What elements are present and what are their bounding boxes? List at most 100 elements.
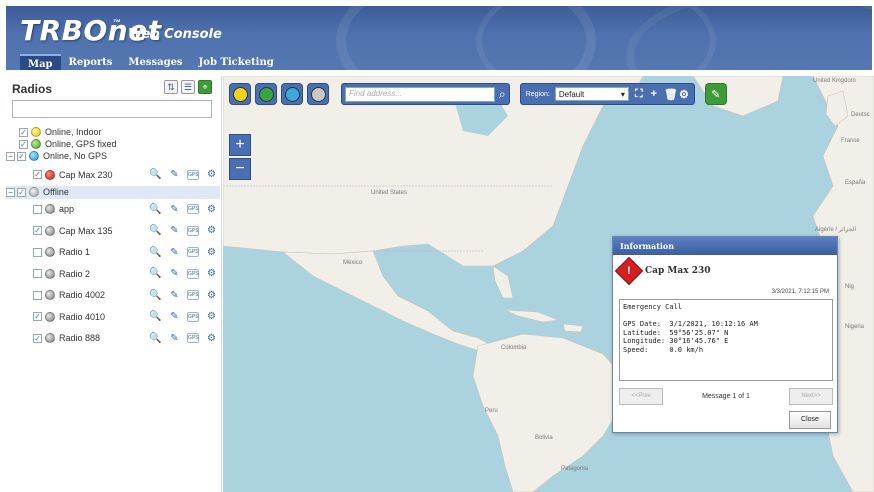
locate-icon[interactable]: 🔍 <box>149 224 162 237</box>
checkbox[interactable] <box>33 290 42 300</box>
show-on-map-icon[interactable]: ⌖ <box>198 80 212 94</box>
gps-icon[interactable]: GPS <box>187 247 199 258</box>
legend-label: Online, GPS fixed <box>45 139 117 149</box>
zoom-controls: + − <box>229 134 251 182</box>
pin-icon: ✎ <box>711 88 721 101</box>
zoom-in-button[interactable]: + <box>229 134 251 156</box>
gps-icon[interactable]: GPS <box>187 333 199 344</box>
close-button[interactable]: Close <box>789 411 831 429</box>
radio-row[interactable]: Radio 1 🔍 ✎ GPS ⚙ <box>6 242 220 264</box>
radio-row[interactable]: ✓ Cap Max 230 🔍 ✎ GPS ⚙ <box>6 164 220 186</box>
radio-row[interactable]: Radio 4002 🔍 ✎ GPS ⚙ <box>6 285 220 307</box>
radio-row[interactable]: Radio 2 🔍 ✎ GPS ⚙ <box>6 263 220 285</box>
radio-label: Radio 2 <box>59 268 91 279</box>
map-label-mexico: México <box>343 260 363 266</box>
radio-search-input[interactable] <box>12 100 212 118</box>
map-label-france: France <box>841 138 860 144</box>
locate-icon[interactable]: 🔍 <box>149 203 162 216</box>
checkbox[interactable]: ✓ <box>19 139 28 149</box>
radio-label: app <box>59 204 75 215</box>
menu-map[interactable]: Map <box>20 54 61 70</box>
menu-messages[interactable]: Messages <box>120 54 190 70</box>
offline-group-row[interactable]: − ✓ Offline <box>6 185 220 199</box>
filter-icon[interactable]: ☰ <box>181 80 195 94</box>
menu-job-ticketing[interactable]: Job Ticketing <box>191 54 282 70</box>
checkbox[interactable] <box>33 247 42 257</box>
radio-row[interactable]: ✓ Cap Max 135 🔍 ✎ GPS ⚙ <box>6 220 220 242</box>
checkbox[interactable]: ✓ <box>33 226 42 236</box>
pin-icon[interactable]: ✎ <box>168 246 181 259</box>
pin-icon[interactable]: ✎ <box>168 332 181 345</box>
region-select[interactable]: Default ▾ <box>554 87 629 101</box>
gps-icon[interactable]: GPS <box>187 268 199 279</box>
checkbox[interactable] <box>33 269 42 279</box>
locate-icon[interactable]: 🔍 <box>149 332 162 345</box>
pin-icon[interactable]: ✎ <box>168 310 181 323</box>
status-yellow-icon <box>31 127 41 137</box>
legend-item: − ✓ Online, No GPS <box>6 150 220 162</box>
locate-icon[interactable]: 🔍 <box>149 289 162 302</box>
locate-icon[interactable]: 🔍 <box>149 168 162 181</box>
pin-icon[interactable]: ✎ <box>168 267 181 280</box>
radio-row[interactable]: ✓ Radio 888 🔍 ✎ GPS ⚙ <box>6 328 220 350</box>
settings-gear-icon[interactable]: ⚙ <box>205 289 218 302</box>
checkbox[interactable]: ✓ <box>17 151 26 161</box>
pin-icon[interactable]: ✎ <box>168 289 181 302</box>
checkbox[interactable]: ✓ <box>33 333 42 343</box>
pin-icon[interactable]: ✎ <box>168 224 181 237</box>
message-text[interactable]: Emergency Call GPS Date: 3/1/2021, 10:12… <box>619 299 833 381</box>
filter-offline-button[interactable] <box>307 83 329 105</box>
pin-icon[interactable]: ✎ <box>168 203 181 216</box>
locate-icon[interactable]: 🔍 <box>149 310 162 323</box>
filter-nogps-button[interactable] <box>281 83 303 105</box>
settings-gear-icon[interactable]: ⚙ <box>205 267 218 280</box>
emergency-radio-icon <box>45 169 55 180</box>
sort-icon[interactable]: ⇅ <box>164 80 178 94</box>
search-icon[interactable]: ⌕ <box>499 87 506 102</box>
checkbox[interactable] <box>33 204 42 214</box>
legend-label: Online, No GPS <box>43 151 108 161</box>
radio-tree: ✓ Online, Indoor ✓ Online, GPS fixed − ✓… <box>6 126 220 349</box>
filter-indoor-button[interactable] <box>229 83 251 105</box>
pin-icon[interactable]: ✎ <box>168 168 181 181</box>
gps-icon[interactable]: GPS <box>187 204 199 215</box>
find-address-input[interactable]: Find address... <box>345 86 495 102</box>
offline-radio-icon <box>45 225 55 236</box>
gps-icon[interactable]: GPS <box>187 290 199 301</box>
gps-icon[interactable]: GPS <box>187 225 199 236</box>
radio-row[interactable]: app 🔍 ✎ GPS ⚙ <box>6 199 220 221</box>
collapse-icon[interactable]: − <box>6 151 15 161</box>
settings-gear-icon[interactable]: ⚙ <box>205 310 218 323</box>
settings-gear-icon[interactable]: ⚙ <box>205 168 218 181</box>
map-label-us: United States <box>371 190 408 196</box>
prev-button[interactable]: <<Prev <box>619 387 663 405</box>
delete-region-icon[interactable]: 🗑 <box>664 88 678 101</box>
collapse-icon[interactable]: − <box>6 187 15 197</box>
settings-gear-icon[interactable]: ⚙ <box>205 203 218 216</box>
radio-actions: 🔍 ✎ GPS ⚙ <box>149 168 218 181</box>
radio-row[interactable]: ✓ Radio 4010 🔍 ✎ GPS ⚙ <box>6 306 220 328</box>
pin-tool-button[interactable]: ✎ <box>704 83 727 105</box>
settings-gear-icon[interactable]: ⚙ <box>205 246 218 259</box>
gps-icon[interactable]: GPS <box>187 311 199 322</box>
settings-gear-icon[interactable]: ⚙ <box>205 224 218 237</box>
checkbox[interactable]: ✓ <box>19 127 28 137</box>
filter-gps-button[interactable] <box>255 83 277 105</box>
add-region-icon[interactable]: + <box>649 88 659 100</box>
menu-reports[interactable]: Reports <box>61 54 121 70</box>
checkbox[interactable]: ✓ <box>17 187 26 197</box>
locate-icon[interactable]: 🔍 <box>149 267 162 280</box>
gps-icon[interactable]: GPS <box>187 169 199 180</box>
fit-region-icon[interactable]: ⛶ <box>634 88 644 101</box>
radio-gray-icon <box>310 86 326 102</box>
region-settings-icon[interactable]: ⚙ <box>679 88 689 101</box>
map-view[interactable]: United States México Colombia Peru Boliv… <box>223 76 874 492</box>
settings-gear-icon[interactable]: ⚙ <box>205 332 218 345</box>
checkbox[interactable]: ✓ <box>33 312 42 322</box>
next-button[interactable]: Next>> <box>789 387 833 405</box>
locate-icon[interactable]: 🔍 <box>149 246 162 259</box>
checkbox[interactable]: ✓ <box>33 170 42 180</box>
radio-actions: 🔍 ✎ GPS ⚙ <box>149 203 218 216</box>
map-label-peru: Peru <box>485 408 498 414</box>
zoom-out-button[interactable]: − <box>229 158 251 180</box>
